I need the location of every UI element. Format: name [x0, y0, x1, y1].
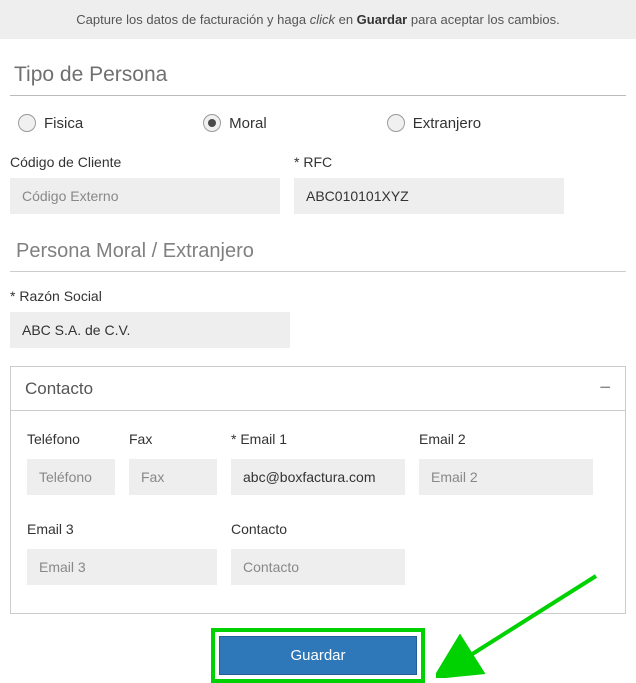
- contact-panel-header[interactable]: Contacto −: [11, 367, 625, 411]
- telefono-label: Teléfono: [27, 431, 115, 447]
- email1-label: * Email 1: [231, 431, 405, 447]
- person-type-title: Tipo de Persona: [10, 59, 626, 96]
- rfc-label: * RFC: [294, 154, 564, 170]
- email2-input[interactable]: [419, 459, 593, 495]
- instruction-mid: en: [335, 12, 357, 27]
- razon-label: * Razón Social: [10, 288, 626, 304]
- radio-fisica[interactable]: Fisica: [18, 114, 83, 132]
- email3-input[interactable]: [27, 549, 217, 585]
- contact-panel: Contacto − Teléfono Fax * Email 1 Email …: [10, 366, 626, 614]
- codigo-label: Código de Cliente: [10, 154, 280, 170]
- telefono-input[interactable]: [27, 459, 115, 495]
- contacto-label: Contacto: [231, 521, 405, 537]
- radio-icon: [18, 114, 36, 132]
- radio-moral-label: Moral: [229, 115, 267, 132]
- radio-icon: [387, 114, 405, 132]
- save-button[interactable]: Guardar: [219, 636, 416, 675]
- email1-input[interactable]: [231, 459, 405, 495]
- radio-fisica-label: Fisica: [44, 115, 83, 132]
- instruction-post: para aceptar los cambios.: [407, 12, 559, 27]
- save-button-highlight: Guardar: [211, 628, 424, 683]
- contacto-input[interactable]: [231, 549, 405, 585]
- radio-icon: [203, 114, 221, 132]
- rfc-input[interactable]: [294, 178, 564, 214]
- radio-extranjero-label: Extranjero: [413, 115, 481, 132]
- instruction-save: Guardar: [357, 12, 408, 27]
- contact-panel-title: Contacto: [25, 379, 93, 399]
- razon-input[interactable]: [10, 312, 290, 348]
- radio-moral[interactable]: Moral: [203, 114, 267, 132]
- fax-input[interactable]: [129, 459, 217, 495]
- radio-extranjero[interactable]: Extranjero: [387, 114, 481, 132]
- codigo-input[interactable]: [10, 178, 280, 214]
- fax-label: Fax: [129, 431, 217, 447]
- email2-label: Email 2: [419, 431, 593, 447]
- person-type-radios: Fisica Moral Extranjero: [10, 114, 626, 132]
- instruction-pre: Capture los datos de facturación y haga: [76, 12, 309, 27]
- moral-section-title: Persona Moral / Extranjero: [10, 228, 626, 272]
- minus-icon: −: [599, 377, 611, 400]
- email3-label: Email 3: [27, 521, 217, 537]
- instruction-click: click: [310, 12, 335, 27]
- instruction-bar: Capture los datos de facturación y haga …: [0, 0, 636, 39]
